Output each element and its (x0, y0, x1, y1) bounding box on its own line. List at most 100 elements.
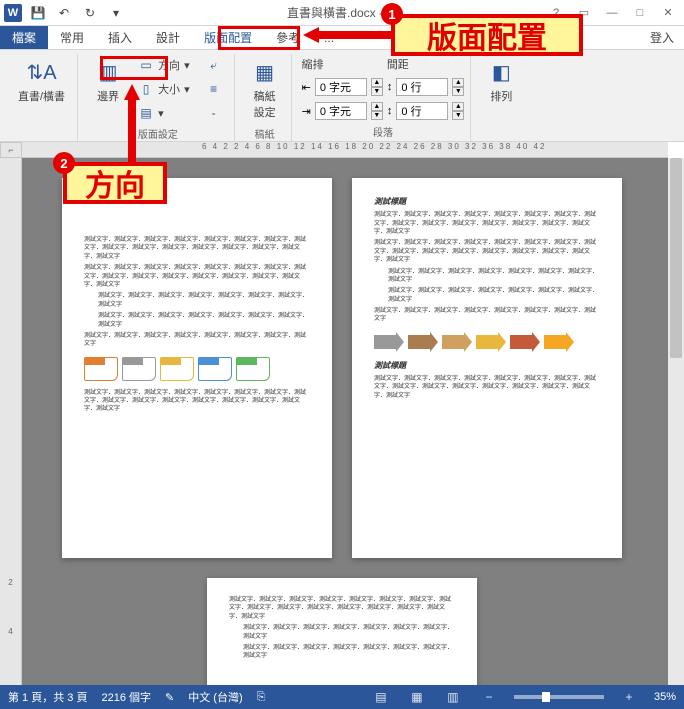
close-button[interactable]: ✕ (656, 3, 680, 23)
smartart-tabs (84, 357, 310, 381)
manuscript-group-label: 稿紙 (255, 124, 275, 143)
tab-design[interactable]: 設計 (144, 26, 192, 49)
spin-up[interactable]: ▲ (452, 78, 464, 87)
breaks-button[interactable]: ⤶ (200, 54, 228, 76)
space-after-input[interactable] (396, 102, 448, 120)
page-indicator[interactable]: 第 1 頁，共 3 頁 (8, 689, 87, 705)
page-1[interactable]: 測試文字．測試文字．測試文字．測試文字．測試文字．測試文字．測試文字．測試文字．… (62, 178, 332, 558)
insert-mode[interactable]: ⎘ (257, 691, 266, 704)
orientation-button[interactable]: ▭ 方向 ▾ (132, 54, 196, 76)
save-button[interactable]: 💾 (28, 3, 48, 23)
zoom-in-button[interactable]: + (618, 688, 640, 706)
web-layout-button[interactable]: ▥ (442, 688, 464, 706)
columns-button[interactable]: ▤ ▾ (132, 102, 196, 124)
status-bar: 第 1 頁，共 3 頁 2216 個字 ✎ 中文 (台灣) ⎘ ▤ ▦ ▥ − … (0, 685, 684, 709)
body-text: 測試文字．測試文字．測試文字．測試文字．測試文字．測試文字．測試文字．測試文字 (84, 292, 310, 309)
arrange-icon: ◧ (487, 58, 515, 86)
vertical-scrollbar[interactable] (668, 158, 684, 685)
spin-up[interactable]: ▲ (371, 102, 383, 111)
tab-shape-icon (122, 357, 156, 381)
spin-down[interactable]: ▼ (452, 111, 464, 120)
print-layout-button[interactable]: ▦ (406, 688, 428, 706)
qat-customize-button[interactable]: ▾ (106, 3, 126, 23)
indent-label: 縮排 (302, 56, 383, 72)
body-text: 測試文字．測試文字．測試文字．測試文字．測試文字．測試文字．測試文字．測試文字．… (374, 211, 600, 236)
zoom-out-button[interactable]: − (478, 688, 500, 706)
body-text: 測試文字．測試文字．測試文字．測試文字．測試文字．測試文字．測試文字．測試文字．… (229, 596, 455, 621)
read-mode-button[interactable]: ▤ (370, 688, 392, 706)
paragraph-group-label: 段落 (373, 122, 393, 141)
spin-down[interactable]: ▼ (371, 111, 383, 120)
size-button[interactable]: ▯ 大小 ▾ (132, 78, 196, 100)
undo-button[interactable]: ↶ (54, 3, 74, 23)
page-2[interactable]: 測試標題 測試文字．測試文字．測試文字．測試文字．測試文字．測試文字．測試文字．… (352, 178, 622, 558)
spin-down[interactable]: ▼ (371, 87, 383, 96)
heading: 測試標題 (374, 360, 600, 371)
horizontal-ruler[interactable]: 6 4 2 2 4 6 8 10 12 14 16 18 20 22 24 26… (22, 142, 668, 158)
spacing-label: 間距 (387, 56, 465, 72)
orientation-icon: ▭ (138, 57, 154, 73)
callout-number-2: 2 (53, 152, 75, 174)
chevron-down-icon: ▾ (184, 83, 190, 96)
arrange-label: 排列 (490, 88, 512, 104)
redo-button[interactable]: ↻ (80, 3, 100, 23)
indent-left-icon: ⇤ (302, 81, 311, 94)
sign-in-button[interactable]: 登入 (640, 26, 684, 49)
smartart-arrows (374, 332, 600, 352)
arrange-button[interactable]: ◧ 排列 (481, 54, 521, 108)
body-text: 測試文字．測試文字．測試文字．測試文字．測試文字．測試文字．測試文字．測試文字．… (84, 236, 310, 261)
proofing-icon[interactable]: ✎ (165, 691, 174, 704)
hyphenation-button[interactable]: ‐ (200, 102, 228, 124)
language-indicator[interactable]: 中文 (台灣) (188, 689, 242, 705)
arrow-shape-icon (408, 332, 438, 352)
arrow-shape-icon (476, 332, 506, 352)
chevron-down-icon: ▾ (184, 59, 190, 72)
body-text: 測試文字．測試文字．測試文字．測試文字．測試文字．測試文字．測試文字．測試文字．… (374, 239, 600, 264)
margins-button[interactable]: ▥ 邊界 (88, 54, 128, 108)
tab-layout[interactable]: 版面配置 (192, 26, 264, 49)
space-before-input[interactable] (396, 78, 448, 96)
callout-layout: 版面配置 (391, 14, 583, 56)
arrow-shape-icon (510, 332, 540, 352)
tab-insert[interactable]: 插入 (96, 26, 144, 49)
text-direction-button[interactable]: ⇅A 直書/橫書 (12, 54, 71, 108)
tab-shape-icon (236, 357, 270, 381)
margins-icon: ▥ (94, 58, 122, 86)
minimize-button[interactable]: — (600, 3, 624, 23)
callout-orientation: 方向 (63, 162, 167, 204)
indent-right-input[interactable] (315, 102, 367, 120)
callout-arrow-1 (303, 27, 391, 43)
manuscript-button[interactable]: ▦ 稿紙 設定 (245, 54, 285, 124)
scroll-thumb[interactable] (670, 158, 682, 358)
zoom-slider[interactable] (514, 695, 604, 699)
arrow-shape-icon (544, 332, 574, 352)
callout-number-1: 1 (381, 3, 403, 25)
ruler-corner[interactable]: ⌐ (0, 142, 22, 158)
page-setup-label: 版面設定 (138, 124, 178, 143)
tab-shape-icon (160, 357, 194, 381)
tab-shape-icon (84, 357, 118, 381)
body-text: 測試文字．測試文字．測試文字．測試文字．測試文字．測試文字．測試文字．測試文字 (374, 287, 600, 304)
word-count[interactable]: 2216 個字 (101, 689, 151, 705)
line-numbers-icon: ≡ (206, 81, 222, 97)
arrow-shape-icon (374, 332, 404, 352)
tab-home[interactable]: 常用 (48, 26, 96, 49)
arrow-shape-icon (442, 332, 472, 352)
vertical-ruler[interactable]: 2 4 (0, 158, 22, 685)
zoom-level[interactable]: 35% (654, 691, 676, 703)
callout-arrow-2 (124, 84, 140, 162)
spin-down[interactable]: ▼ (452, 87, 464, 96)
line-numbers-button[interactable]: ≡ (200, 78, 228, 100)
indent-left-input[interactable] (315, 78, 367, 96)
manuscript-icon: ▦ (251, 58, 279, 86)
tab-file[interactable]: 檔案 (0, 26, 48, 49)
document-canvas[interactable]: 測試文字．測試文字．測試文字．測試文字．測試文字．測試文字．測試文字．測試文字．… (22, 158, 668, 685)
spin-up[interactable]: ▲ (371, 78, 383, 87)
spin-up[interactable]: ▲ (452, 102, 464, 111)
page-3[interactable]: 測試文字．測試文字．測試文字．測試文字．測試文字．測試文字．測試文字．測試文字．… (207, 578, 477, 685)
breaks-icon: ⤶ (206, 57, 222, 73)
maximize-button[interactable]: □ (628, 3, 652, 23)
body-text: 測試文字．測試文字．測試文字．測試文字．測試文字．測試文字．測試文字．測試文字 (229, 624, 455, 641)
body-text: 測試文字．測試文字．測試文字．測試文字．測試文字．測試文字．測試文字．測試文字 (229, 644, 455, 661)
chevron-down-icon: ▾ (158, 107, 164, 120)
